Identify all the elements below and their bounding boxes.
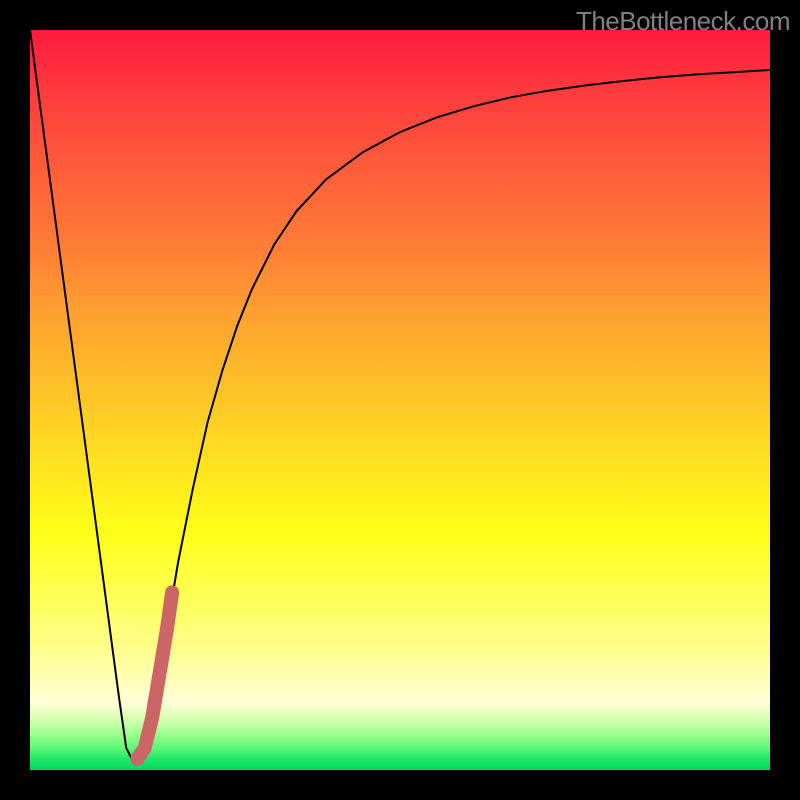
highlight-segment [137, 592, 172, 759]
chart-svg [30, 30, 770, 770]
bottleneck-curve [30, 30, 770, 763]
plot-area [30, 30, 770, 770]
chart-frame: TheBottleneck.com [0, 0, 800, 800]
